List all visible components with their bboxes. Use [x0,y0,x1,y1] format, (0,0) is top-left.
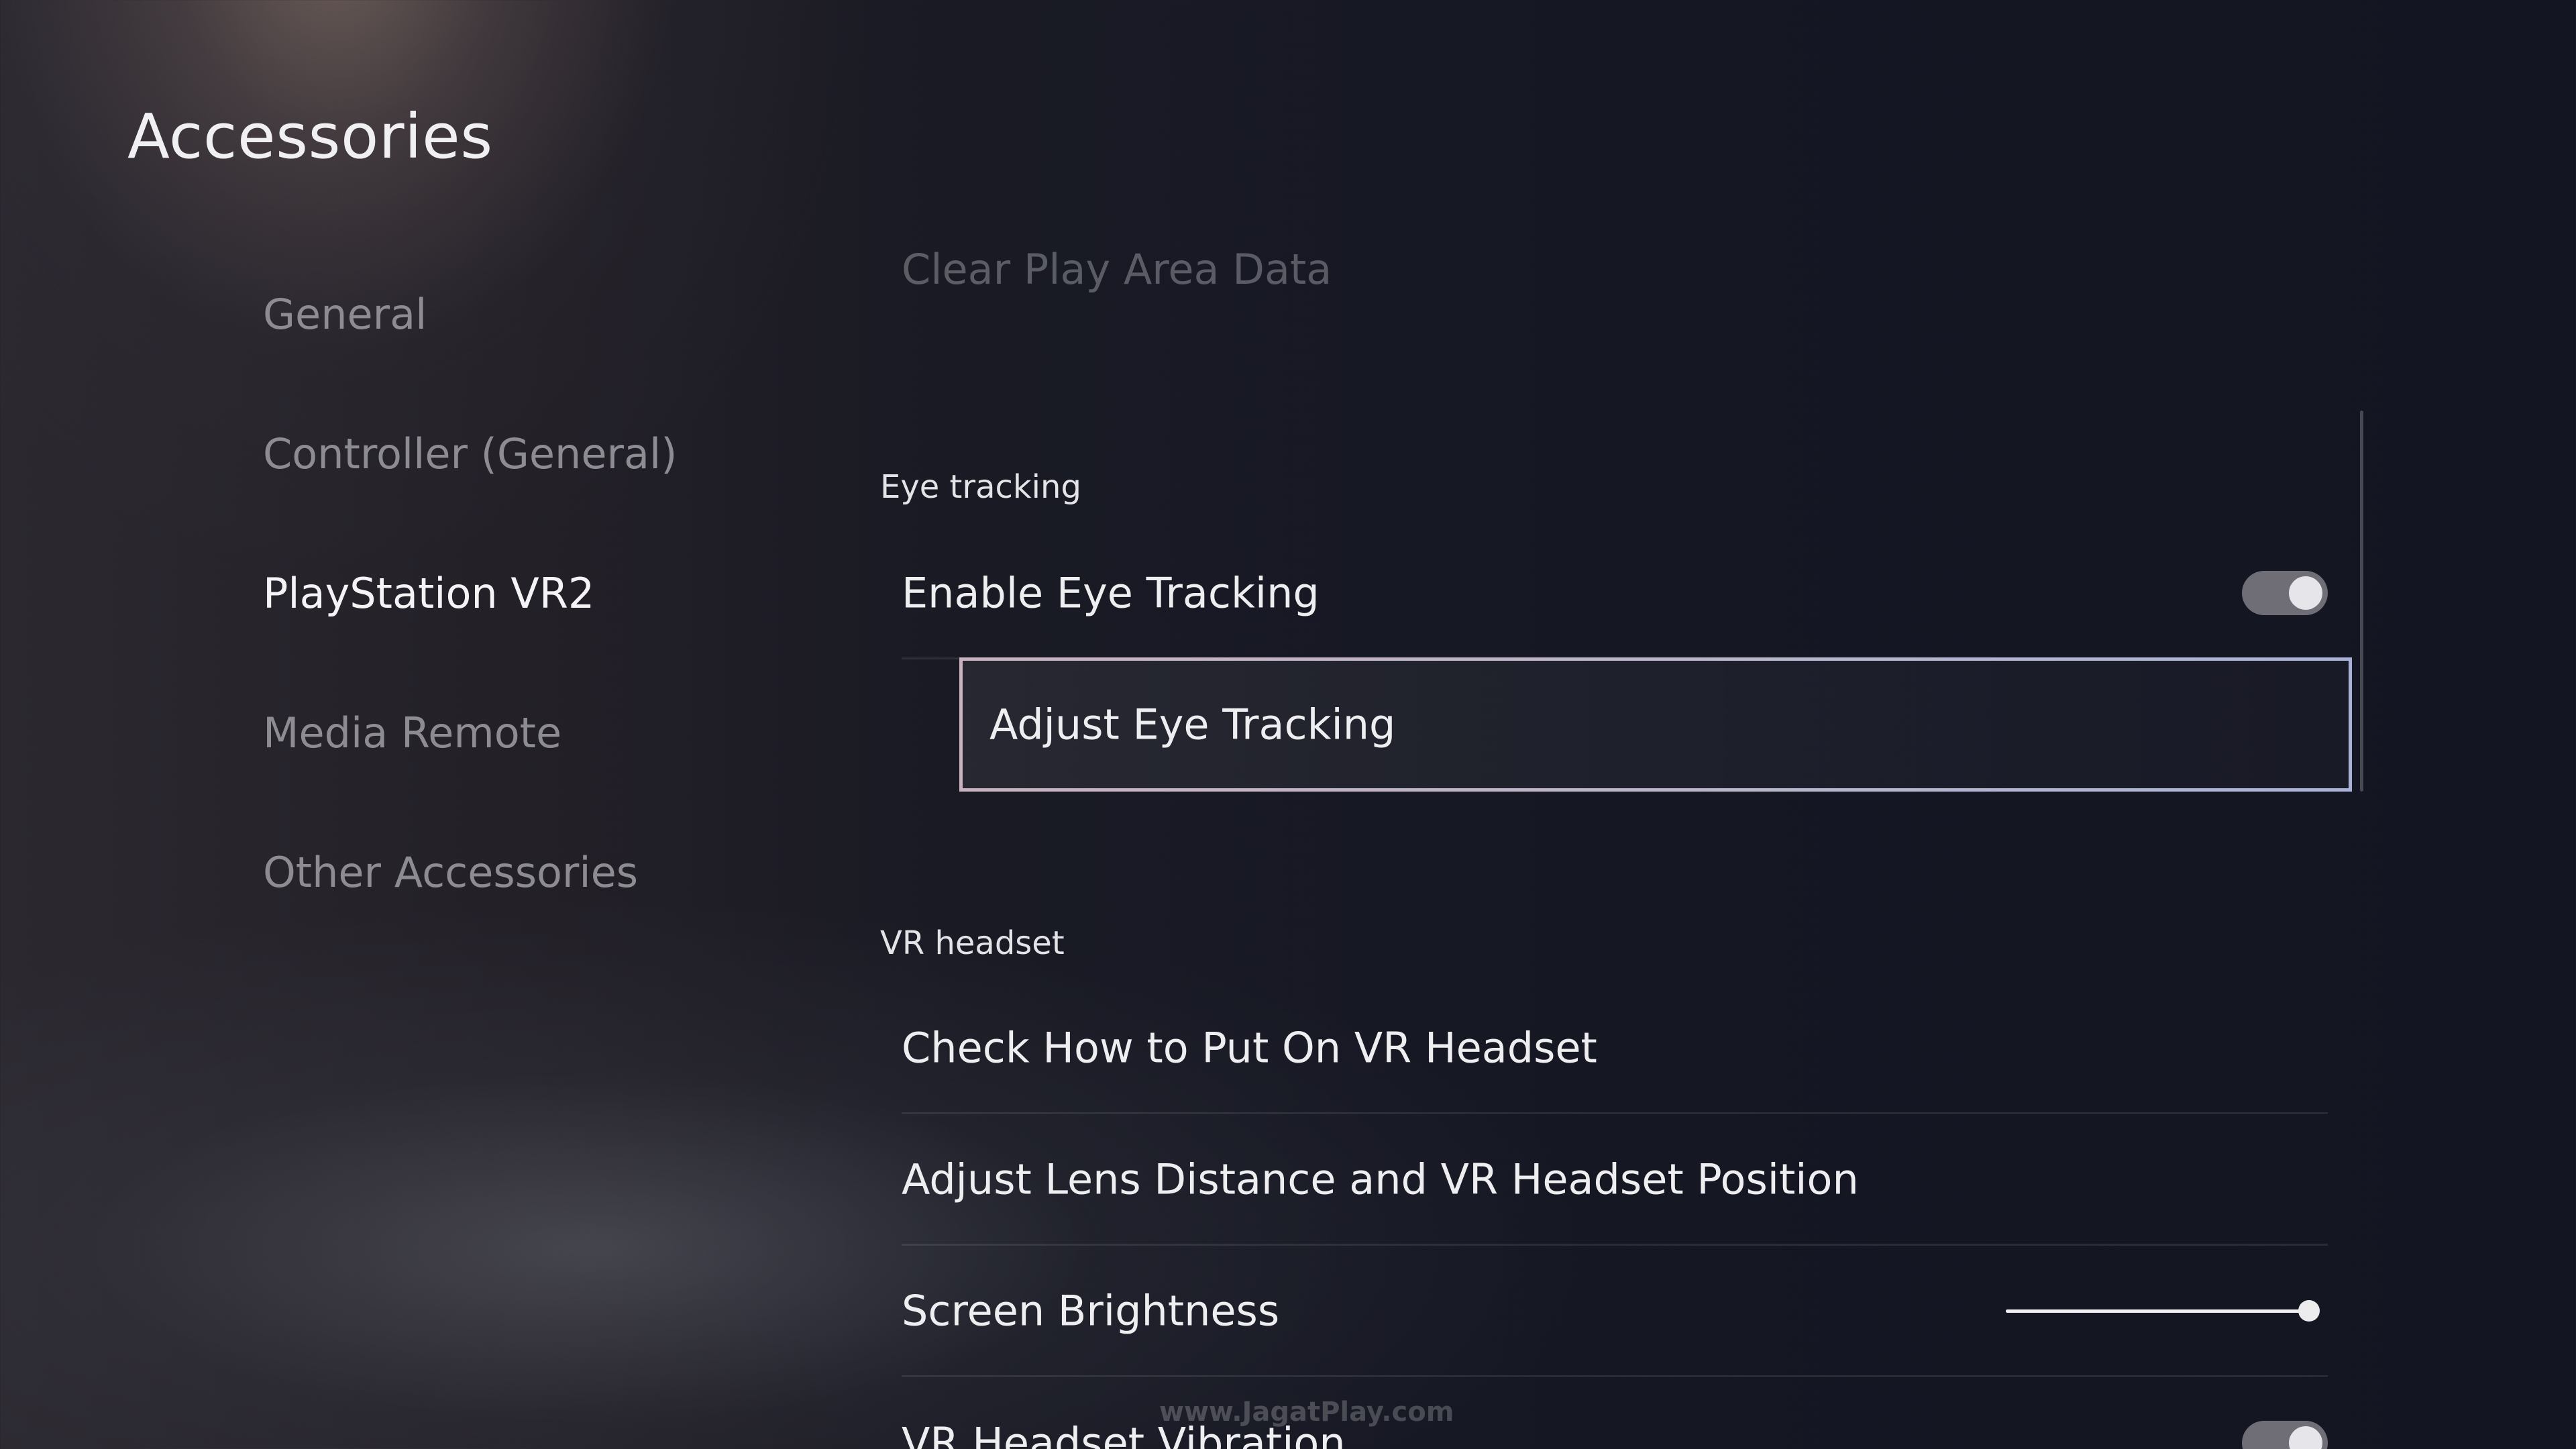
adjust-eye-tracking-label: Adjust Eye Tracking [989,700,1396,749]
enable-eye-tracking-label: Enable Eye Tracking [902,568,1320,617]
slider-thumb[interactable] [2298,1299,2320,1322]
eye-tracking-section-header: Eye tracking [880,468,1081,506]
toggle-knob [2289,576,2322,610]
enable-eye-tracking-row[interactable]: Enable Eye Tracking [902,528,2328,659]
page-title: Accessories [127,101,493,172]
adjust-eye-tracking-button[interactable]: Adjust Eye Tracking [959,657,2352,792]
sidebar-item-media-remote[interactable]: Media Remote [263,708,561,757]
vr-headset-section-header: VR headset [880,924,1065,962]
sidebar-item-other-accessories[interactable]: Other Accessories [263,848,638,897]
sidebar-item-playstation-vr2[interactable]: PlayStation VR2 [263,569,594,618]
watermark: www.JagatPlay.com [1159,1397,1454,1428]
clear-play-area-data-item[interactable]: Clear Play Area Data [902,245,1332,294]
enable-eye-tracking-toggle[interactable] [2242,570,2328,615]
screen-brightness-row[interactable]: Screen Brightness [902,1246,2328,1377]
vr-headset-vibration-row[interactable]: VR Headset Vibration [902,1377,2328,1449]
check-vr-headset-label: Check How to Put On VR Headset [902,1023,1597,1072]
slider-fill [2006,1309,2309,1313]
adjust-lens-distance-row[interactable]: Adjust Lens Distance and VR Headset Posi… [902,1114,2328,1246]
settings-list: Clear Play Area Data Eye tracking Enable… [879,0,2368,1449]
screen-brightness-label: Screen Brightness [902,1286,1280,1335]
check-vr-headset-row[interactable]: Check How to Put On VR Headset [902,983,2328,1114]
scrollbar[interactable] [2360,411,2363,792]
sidebar-item-controller-general[interactable]: Controller (General) [263,429,677,478]
screen-brightness-slider[interactable] [2006,1297,2328,1324]
vr-headset-vibration-toggle[interactable] [2242,1421,2328,1449]
toggle-knob [2289,1426,2322,1449]
sidebar-item-general[interactable]: General [263,290,427,339]
adjust-lens-distance-label: Adjust Lens Distance and VR Headset Posi… [902,1155,1859,1203]
